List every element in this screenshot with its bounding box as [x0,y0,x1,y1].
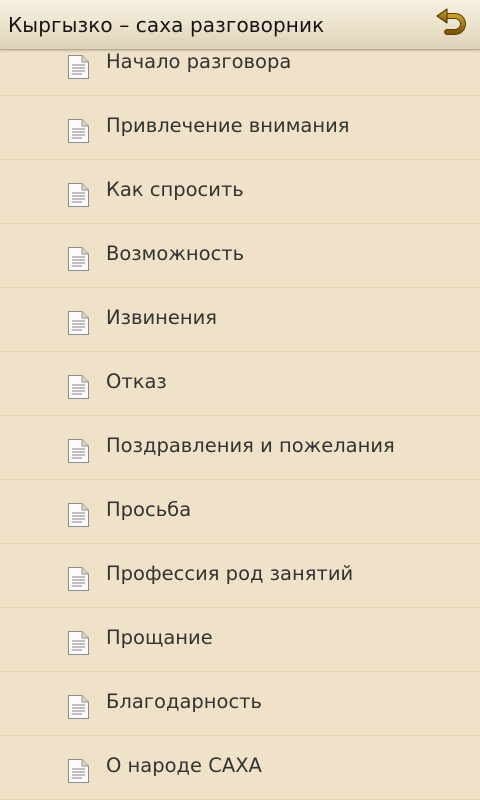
list-item-label: Поздравления и пожелания [106,434,395,457]
list-item-label: Отказ [106,370,167,393]
list-item-label: Просьба [106,498,192,521]
list-item-label: О народе САХА [106,754,262,777]
document-icon [68,503,89,527]
list-item[interactable]: О народе САХА [0,736,480,800]
document-icon [68,183,89,207]
document-icon [68,311,89,335]
list-item-label: Как спросить [106,178,244,201]
list-item[interactable]: Поздравления и пожелания [0,416,480,480]
document-icon [68,247,89,271]
document-icon [68,695,89,719]
list-item[interactable]: Благодарность [0,672,480,736]
list-item[interactable]: Профессия род занятий [0,544,480,608]
document-icon [68,439,89,463]
list-item-label: Возможность [106,242,245,265]
document-icon [68,631,89,655]
back-arrow-icon [436,8,466,35]
list-item[interactable]: Привлечение внимания [0,96,480,160]
list-item[interactable]: Как спросить [0,160,480,224]
document-icon [68,375,89,399]
list-item[interactable]: Возможность [0,224,480,288]
list-item-label: Благодарность [106,690,263,713]
list-item[interactable]: Прощание [0,608,480,672]
list-item-label: Профессия род занятий [106,562,354,585]
list-item-label: Извинения [106,306,218,329]
app-header: Кыргызко – саха разговорник [0,0,480,50]
app-title: Кыргызко – саха разговорник [8,13,325,37]
list-item[interactable]: Просьба [0,480,480,544]
list-item-label: Привлечение внимания [106,114,350,137]
list-item-label: Начало разговора [106,50,292,73]
document-icon [68,55,89,79]
document-icon [68,119,89,143]
list-item[interactable]: Отказ [0,352,480,416]
phrase-category-list: Начало разговора Привлечение внимания Ка… [0,32,480,800]
list-item[interactable]: Извинения [0,288,480,352]
document-icon [68,567,89,591]
back-button[interactable] [434,7,470,43]
document-icon [68,759,89,783]
list-item-label: Прощание [106,626,213,649]
